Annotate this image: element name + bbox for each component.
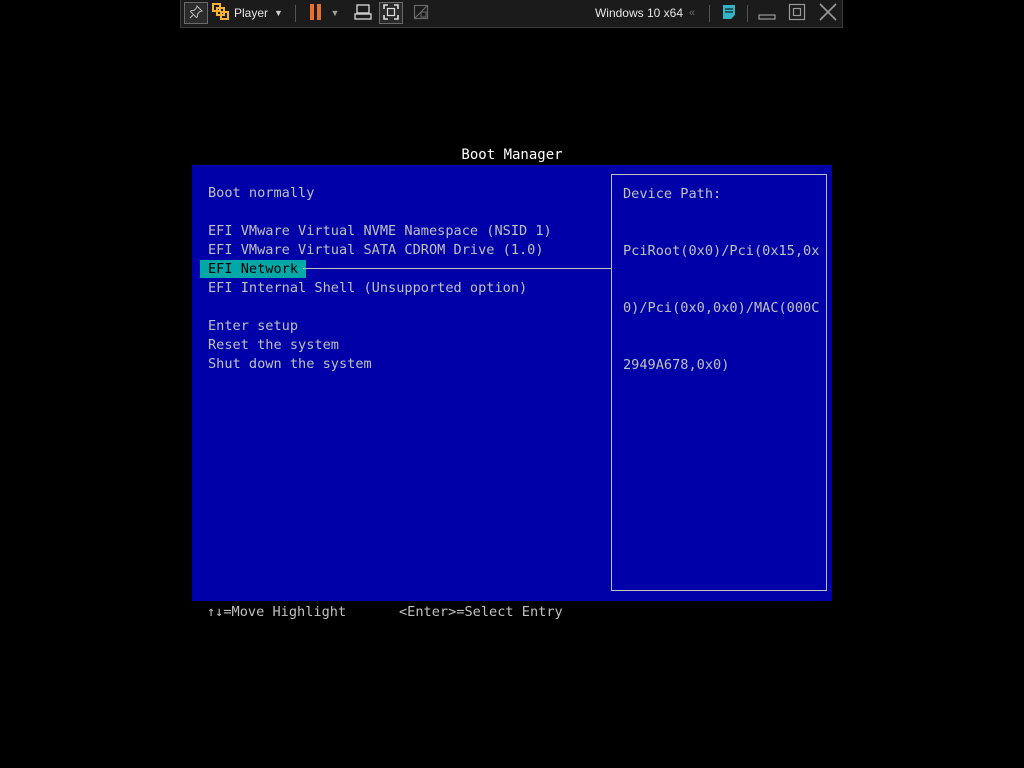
boot-option-reset[interactable]: Reset the system (200, 336, 347, 354)
send-ctrl-alt-del-icon (354, 3, 372, 24)
message-log-button[interactable] (717, 2, 741, 24)
double-chevron-left-icon[interactable]: « (683, 2, 701, 24)
vmware-toolbar: Player ▼ ▼ Windows 10 x64 « (180, 0, 843, 28)
boot-option-nvme[interactable]: EFI VMware Virtual NVME Namespace (NSID … (200, 222, 560, 240)
chevron-down-icon: ▼ (330, 8, 340, 18)
device-path-box: Device Path: PciRoot(0x0)/Pci(0x15,0x 0)… (611, 174, 827, 591)
help-move-highlight: ↑↓=Move Highlight (207, 604, 347, 620)
help-bar: ↑↓=Move Highlight <Enter>=Select Entry (0, 601, 1024, 623)
fullscreen-icon (383, 3, 399, 23)
unity-button[interactable] (409, 2, 433, 24)
minimize-button[interactable] (755, 2, 779, 24)
boot-option-boot-normally[interactable]: Boot normally (200, 184, 322, 202)
player-menu-button[interactable]: Player ▼ (212, 2, 290, 24)
fullscreen-button[interactable] (379, 2, 403, 24)
pause-button[interactable] (305, 2, 327, 24)
boot-option-sata-cdrom[interactable]: EFI VMware Virtual SATA CDROM Drive (1.0… (200, 241, 552, 259)
chevron-down-icon: ▼ (274, 8, 283, 18)
vmware-logo-icon (212, 2, 230, 24)
toolbar-divider (747, 5, 748, 22)
boot-option-efi-network[interactable]: EFI Network (200, 260, 307, 278)
send-ctrl-alt-del-button[interactable] (351, 2, 375, 24)
restore-button[interactable] (785, 2, 809, 24)
boot-option-internal-shell[interactable]: EFI Internal Shell (Unsupported option) (200, 279, 535, 297)
device-path-line: PciRoot(0x0)/Pci(0x15,0x (623, 243, 820, 259)
device-path-label: Device Path: (623, 186, 722, 202)
boot-manager-panel: Boot normally EFI VMware Virtual NVME Na… (192, 165, 832, 601)
boot-menu: Boot normally EFI VMware Virtual NVME Na… (192, 165, 611, 601)
unity-icon (413, 4, 429, 23)
pause-icon (309, 3, 323, 24)
message-log-icon (721, 4, 737, 23)
device-path-line: 2949A678,0x0) (623, 357, 730, 373)
power-options-dropdown[interactable]: ▼ (329, 2, 341, 24)
boot-option-enter-setup[interactable]: Enter setup (200, 317, 306, 335)
restore-icon (788, 3, 806, 24)
device-path-value: PciRoot(0x0)/Pci(0x15,0x 0)/Pci(0x0,0x0)… (623, 204, 819, 413)
boot-manager-title: Boot Manager (461, 147, 563, 163)
vm-name-label: Windows 10 x64 (594, 6, 683, 20)
device-path-line: 0)/Pci(0x0,0x0)/MAC(000C (623, 300, 820, 316)
minimize-icon (758, 3, 776, 24)
close-button[interactable] (815, 2, 841, 24)
toolbar-divider (295, 5, 296, 22)
player-menu-label: Player (234, 6, 269, 20)
boot-option-shutdown[interactable]: Shut down the system (200, 355, 380, 373)
vm-screen: Player ▼ ▼ Windows 10 x64 « Boot Manager… (0, 0, 1024, 768)
highlight-separator (303, 268, 611, 269)
pin-toolbar-button[interactable] (184, 2, 208, 24)
pin-icon (189, 4, 203, 22)
help-select-entry: <Enter>=Select Entry (399, 604, 563, 620)
close-icon (818, 2, 838, 25)
toolbar-divider (709, 5, 710, 22)
